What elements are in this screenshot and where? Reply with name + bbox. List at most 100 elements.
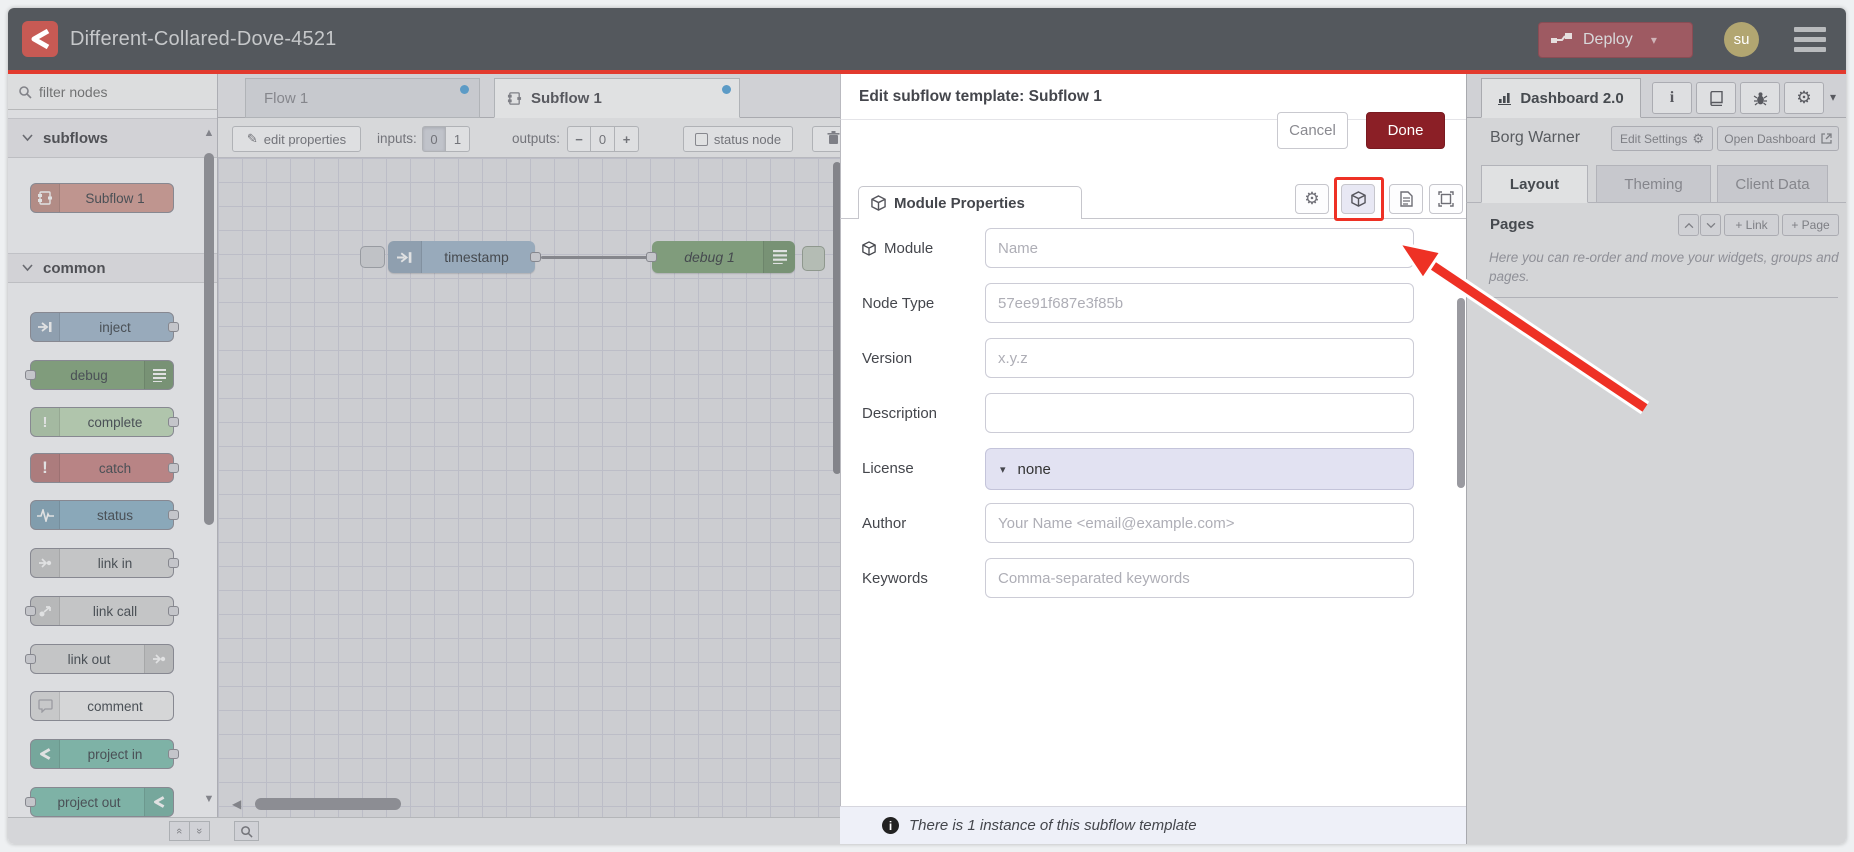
add-page-button[interactable]: + Page xyxy=(1782,214,1839,236)
done-button[interactable]: Done xyxy=(1366,112,1445,149)
inputs-toggle: 0 1 xyxy=(422,126,470,152)
main-menu-icon[interactable] xyxy=(1794,27,1826,52)
inject-trigger-button[interactable] xyxy=(360,246,385,268)
deploy-button[interactable]: Deploy ▾ xyxy=(1538,22,1693,58)
link-in-icon xyxy=(31,549,60,577)
node-type-input[interactable] xyxy=(985,283,1414,323)
palette-node-project-in[interactable]: project in xyxy=(30,739,179,769)
move-down-icon[interactable] xyxy=(1700,214,1721,236)
canvas-node-debug-1[interactable]: debug 1 xyxy=(646,241,795,273)
inject-icon xyxy=(31,313,60,341)
sidebar-tab-theming[interactable]: Theming xyxy=(1596,165,1711,203)
palette-node-inject[interactable]: inject xyxy=(30,312,179,342)
description-input[interactable] xyxy=(985,393,1414,433)
tab-flow-1[interactable]: Flow 1 xyxy=(245,78,480,118)
node-red-logo-icon xyxy=(22,21,58,57)
external-link-icon xyxy=(1821,133,1832,144)
collapse-up-icon[interactable]: « xyxy=(169,821,190,841)
version-input[interactable] xyxy=(985,338,1414,378)
palette-node-catch[interactable]: ! catch xyxy=(30,453,179,483)
module-cube-icon xyxy=(871,195,886,211)
zoom-search-icon[interactable] xyxy=(234,821,259,841)
appearance-tab-icon[interactable] xyxy=(1429,184,1463,214)
output-port xyxy=(168,558,179,568)
gear-icon: ⚙ xyxy=(1304,189,1320,208)
deploy-icon xyxy=(1551,32,1573,48)
palette-category-common[interactable]: common xyxy=(8,253,217,283)
form-row-keywords: Keywords xyxy=(840,558,1466,600)
inputs-option-1[interactable]: 1 xyxy=(446,126,470,152)
settings-gear-icon[interactable]: ⚙ xyxy=(1784,82,1824,114)
palette-node-comment[interactable]: comment xyxy=(30,691,174,721)
description-tab-icon[interactable] xyxy=(1389,184,1423,214)
output-port xyxy=(168,322,179,332)
palette-node-link-in[interactable]: link in xyxy=(30,548,179,578)
palette-category-subflows[interactable]: subflows xyxy=(8,118,217,158)
output-port[interactable] xyxy=(530,252,541,262)
edit-properties-tab-icon[interactable]: ⚙ xyxy=(1295,184,1329,214)
outputs-plus-button[interactable]: + xyxy=(615,126,639,152)
pages-help-text: Here you can re-order and move your widg… xyxy=(1489,250,1839,284)
chevron-down-icon xyxy=(22,259,33,277)
edit-settings-button[interactable]: Edit Settings ⚙ xyxy=(1611,126,1713,151)
debug-toggle-button[interactable] xyxy=(802,246,825,271)
info-icon: i xyxy=(882,817,899,834)
palette-search[interactable] xyxy=(8,74,218,110)
help-book-icon[interactable] xyxy=(1696,82,1736,114)
deploy-caret-icon[interactable]: ▾ xyxy=(1651,33,1657,47)
catch-icon: ! xyxy=(31,454,60,482)
delete-subflow-button[interactable] xyxy=(812,126,842,152)
wire[interactable] xyxy=(541,256,654,259)
add-link-button[interactable]: + Link xyxy=(1724,214,1779,236)
sidebar-tab-client-data[interactable]: Client Data xyxy=(1717,165,1828,203)
edit-properties-button[interactable]: ✎ edit properties xyxy=(232,126,361,152)
palette-node-link-out[interactable]: link out xyxy=(25,644,174,674)
sidebar-caret-icon[interactable]: ▾ xyxy=(1830,90,1836,104)
canvas-node-timestamp[interactable]: timestamp xyxy=(388,241,541,273)
output-port xyxy=(168,606,179,616)
inputs-option-0[interactable]: 0 xyxy=(422,126,446,152)
unsaved-changes-dot xyxy=(722,85,731,94)
status-node-checkbox[interactable] xyxy=(694,132,708,146)
status-node-toggle[interactable]: status node xyxy=(683,126,793,152)
tab-module-properties[interactable]: Module Properties xyxy=(858,186,1082,219)
tab-subflow-1[interactable]: Subflow 1 xyxy=(494,78,740,118)
palette-node-debug[interactable]: debug xyxy=(25,360,174,390)
palette-scroll-down-icon[interactable]: ▼ xyxy=(201,793,217,805)
output-port xyxy=(168,463,179,473)
debug-icon xyxy=(763,241,795,273)
palette-filter-input[interactable] xyxy=(39,83,189,100)
flow-canvas[interactable]: timestamp debug 1 ◀ xyxy=(218,158,842,817)
open-dashboard-button[interactable]: Open Dashboard xyxy=(1717,126,1839,151)
author-input[interactable] xyxy=(985,503,1414,543)
license-select[interactable]: ▾ none xyxy=(985,448,1414,490)
palette-scroll-up-icon[interactable]: ▲ xyxy=(201,127,217,139)
palette-node-link-call[interactable]: link call xyxy=(25,596,179,626)
bar-chart-icon xyxy=(1498,91,1513,105)
tab-dashboard-2[interactable]: Dashboard 2.0 xyxy=(1481,78,1641,118)
canvas-hscrollbar-thumb[interactable] xyxy=(255,798,401,810)
input-port[interactable] xyxy=(646,252,657,262)
chevron-down-icon xyxy=(22,129,33,147)
outputs-value[interactable]: 0 xyxy=(591,126,615,152)
cancel-button[interactable]: Cancel xyxy=(1277,112,1348,149)
palette-node-status[interactable]: status xyxy=(30,500,179,530)
info-sidebar-icon[interactable]: i xyxy=(1652,82,1692,114)
form-row-module: Module xyxy=(840,228,1466,270)
palette-node-project-out[interactable]: project out xyxy=(25,787,174,817)
keywords-input[interactable] xyxy=(985,558,1414,598)
module-input[interactable] xyxy=(985,228,1414,268)
sidebar-tab-layout[interactable]: Layout xyxy=(1481,165,1588,203)
collapse-down-icon[interactable]: » xyxy=(189,821,210,841)
move-up-icon[interactable] xyxy=(1678,214,1699,236)
canvas-scroll-left-icon[interactable]: ◀ xyxy=(232,797,241,811)
edit-panel-scrollbar-thumb[interactable] xyxy=(1457,298,1465,488)
output-port xyxy=(168,510,179,520)
debug-bug-icon[interactable] xyxy=(1740,82,1780,114)
user-avatar[interactable]: su xyxy=(1724,22,1759,57)
palette-node-subflow-1[interactable]: Subflow 1 xyxy=(30,183,174,213)
palette-node-complete[interactable]: ! complete xyxy=(30,407,179,437)
palette-scrollbar-thumb[interactable] xyxy=(204,153,214,525)
inputs-label: inputs: xyxy=(377,131,417,146)
outputs-minus-button[interactable]: − xyxy=(567,126,591,152)
